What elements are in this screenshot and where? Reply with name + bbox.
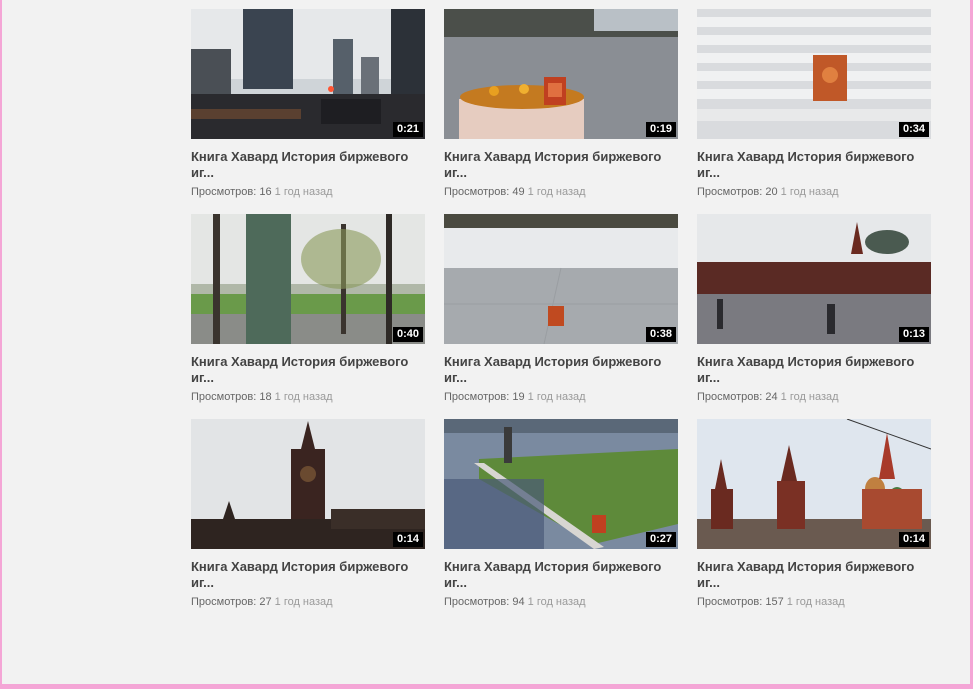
thumbnail-image-park (191, 214, 425, 344)
video-title[interactable]: Книга Хавард История биржевого иг... (444, 559, 674, 591)
views-label: Просмотров: (191, 186, 257, 198)
video-grid: 0:21 Книга Хавард История биржевого иг..… (191, 9, 931, 624)
upload-date: 1 год назад (274, 186, 333, 198)
video-meta: Просмотров: 27 1 год назад (191, 595, 425, 609)
upload-date: 1 год назад (527, 186, 586, 198)
video-card[interactable]: 0:14 Книга Хавард История биржевого иг..… (191, 419, 425, 624)
views-count: 24 (765, 391, 778, 403)
views-label: Просмотров: (191, 596, 257, 608)
video-duration: 0:40 (392, 327, 423, 342)
upload-date: 1 год назад (780, 186, 839, 198)
video-card[interactable]: 0:19 Книга Хавард История биржевого иг..… (444, 9, 678, 214)
video-card[interactable]: 0:38 Книга Хавард История биржевого иг..… (444, 214, 678, 419)
upload-date: 1 год назад (527, 596, 586, 608)
video-duration: 0:27 (645, 532, 676, 547)
upload-date: 1 год назад (786, 596, 845, 608)
page-frame-bottom (0, 684, 973, 689)
video-thumbnail[interactable]: 0:13 (697, 214, 931, 344)
thumbnail-image-bench (697, 9, 931, 139)
thumbnail-image-flowerbox (444, 9, 678, 139)
upload-date: 1 год назад (527, 391, 586, 403)
views-label: Просмотров: (444, 186, 510, 198)
video-title[interactable]: Книга Хавард История биржевого иг... (697, 559, 927, 591)
views-count: 49 (512, 186, 525, 198)
video-duration: 0:34 (898, 122, 929, 137)
views-label: Просмотров: (697, 391, 763, 403)
views-label: Просмотров: (697, 596, 763, 608)
views-count: 157 (765, 596, 784, 608)
video-title[interactable]: Книга Хавард История биржевого иг... (191, 559, 421, 591)
views-count: 18 (259, 391, 272, 403)
views-count: 94 (512, 596, 525, 608)
video-meta: Просмотров: 18 1 год назад (191, 390, 425, 404)
video-thumbnail[interactable]: 0:40 (191, 214, 425, 344)
views-label: Просмотров: (191, 391, 257, 403)
views-count: 27 (259, 596, 272, 608)
video-meta: Просмотров: 49 1 год назад (444, 185, 678, 199)
upload-date: 1 год назад (274, 596, 333, 608)
views-count: 16 (259, 186, 272, 198)
video-duration: 0:19 (645, 122, 676, 137)
video-thumbnail[interactable]: 0:38 (444, 214, 678, 344)
page-frame-left (0, 0, 2, 689)
video-card[interactable]: 0:34 Книга Хавард История биржевого иг..… (697, 9, 931, 214)
video-meta: Просмотров: 24 1 год назад (697, 390, 931, 404)
video-duration: 0:38 (645, 327, 676, 342)
video-thumbnail[interactable]: 0:21 (191, 9, 425, 139)
video-thumbnail[interactable]: 0:14 (191, 419, 425, 549)
video-thumbnail[interactable]: 0:14 (697, 419, 931, 549)
video-duration: 0:21 (392, 122, 423, 137)
thumbnail-image-granite (444, 214, 678, 344)
video-card[interactable]: 0:14 Книга Хавард История биржевого иг..… (697, 419, 931, 624)
upload-date: 1 год назад (780, 391, 839, 403)
views-count: 20 (765, 186, 778, 198)
video-duration: 0:14 (898, 532, 929, 547)
thumbnail-image-red-square (697, 419, 931, 549)
video-duration: 0:13 (898, 327, 929, 342)
thumbnail-image-spasskaya-tower (191, 419, 425, 549)
views-count: 19 (512, 391, 525, 403)
views-label: Просмотров: (444, 391, 510, 403)
video-meta: Просмотров: 157 1 год назад (697, 595, 931, 609)
thumbnail-image-kremlin-wall (697, 214, 931, 344)
views-label: Просмотров: (444, 596, 510, 608)
video-card[interactable]: 0:21 Книга Хавард История биржевого иг..… (191, 9, 425, 214)
video-meta: Просмотров: 16 1 год назад (191, 185, 425, 199)
video-title[interactable]: Книга Хавард История биржевого иг... (697, 354, 927, 386)
video-card[interactable]: 0:13 Книга Хавард История биржевого иг..… (697, 214, 931, 419)
video-card[interactable]: 0:27 Книга Хавард История биржевого иг..… (444, 419, 678, 624)
video-meta: Просмотров: 20 1 год назад (697, 185, 931, 199)
video-title[interactable]: Книга Хавард История биржевого иг... (444, 149, 674, 181)
video-thumbnail[interactable]: 0:34 (697, 9, 931, 139)
video-title[interactable]: Книга Хавард История биржевого иг... (191, 149, 421, 181)
video-thumbnail[interactable]: 0:27 (444, 419, 678, 549)
video-thumbnail[interactable]: 0:19 (444, 9, 678, 139)
upload-date: 1 год назад (274, 391, 333, 403)
video-meta: Просмотров: 19 1 год назад (444, 390, 678, 404)
video-title[interactable]: Книга Хавард История биржевого иг... (191, 354, 421, 386)
views-label: Просмотров: (697, 186, 763, 198)
video-title[interactable]: Книга Хавард История биржевого иг... (444, 354, 674, 386)
video-duration: 0:14 (392, 532, 423, 547)
thumbnail-image-lawn (444, 419, 678, 549)
thumbnail-image-street (191, 9, 425, 139)
video-title[interactable]: Книга Хавард История биржевого иг... (697, 149, 927, 181)
video-card[interactable]: 0:40 Книга Хавард История биржевого иг..… (191, 214, 425, 419)
video-meta: Просмотров: 94 1 год назад (444, 595, 678, 609)
